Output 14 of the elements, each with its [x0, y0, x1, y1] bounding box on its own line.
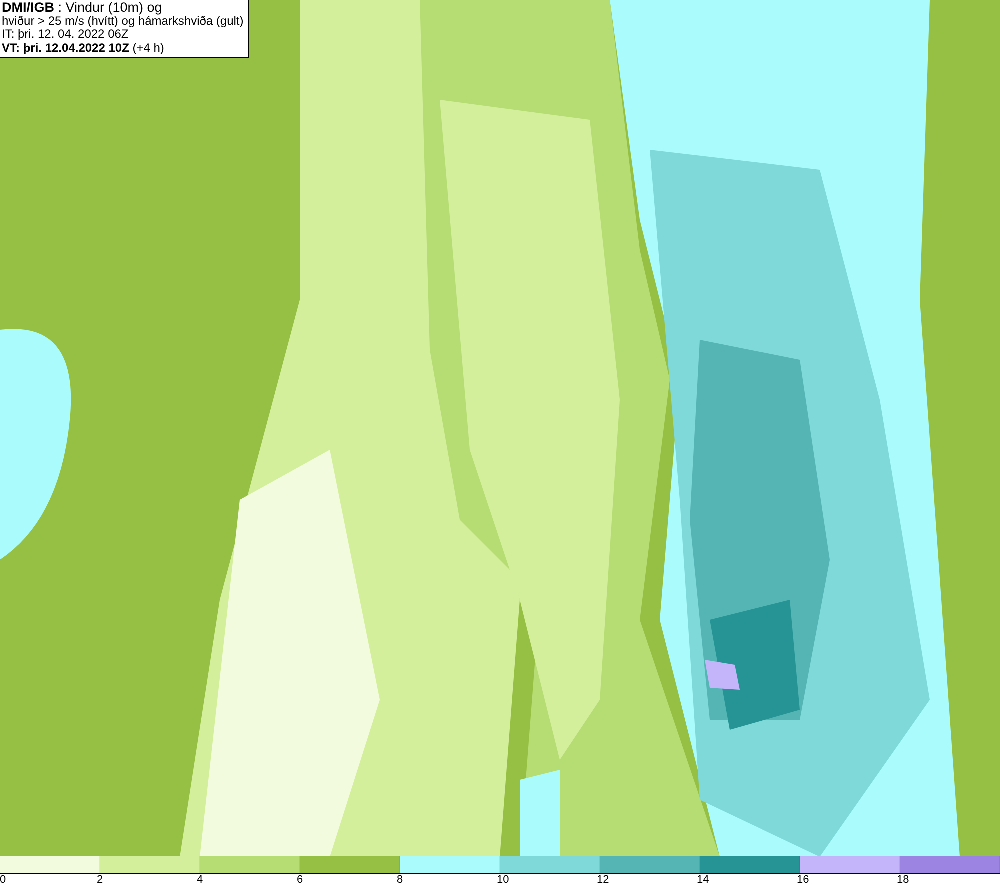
title-line: VT: þri. 12.04.2022 10Z (+4 h) — [2, 42, 166, 55]
legend-label: 16 — [797, 874, 810, 887]
legend-label: 2 — [97, 874, 104, 887]
title-line: IT: þri. 12. 04. 2022 06Z — [2, 28, 129, 42]
title-line: hviður > 25 m/s (hvítt) og hámarkshviða (gult) — [2, 14, 244, 28]
legend-label: 18 — [897, 874, 910, 887]
legend-label: 0 — [0, 874, 6, 887]
legend-label: 6 — [297, 874, 304, 887]
legend-label: 8 — [397, 874, 404, 887]
legend-label: 14 — [697, 874, 710, 887]
legend-label: 12 — [597, 874, 610, 887]
legend-label: 10 — [497, 874, 510, 887]
title-line: DMI/IGB : Vindur (10m) og — [2, 1, 164, 14]
legend-label: 4 — [197, 874, 204, 887]
